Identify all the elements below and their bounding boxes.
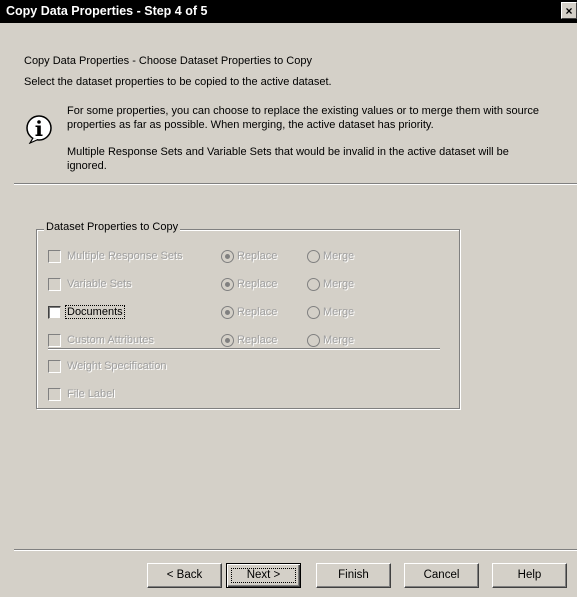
cancel-button[interactable]: Cancel	[404, 563, 479, 588]
variable-sets-checkbox[interactable]	[48, 278, 61, 291]
group-divider	[48, 348, 440, 350]
variable-sets-replace-radio[interactable]	[221, 278, 234, 291]
custom-attributes-checkbox[interactable]	[48, 334, 61, 347]
info-icon	[26, 115, 52, 144]
weight-specification-label: Weight Specification	[67, 360, 167, 372]
help-button[interactable]: Help	[492, 563, 567, 588]
weight-specification-checkbox[interactable]	[48, 360, 61, 373]
info-text-line-1: For some properties, you can choose to r…	[67, 105, 540, 117]
documents-replace-label: Replace	[237, 306, 278, 318]
file-label-label: File Label	[67, 388, 115, 400]
custom-attributes-merge-label: Merge	[323, 334, 355, 346]
close-icon[interactable]: ×	[561, 2, 577, 19]
next-button[interactable]: Next >	[226, 563, 301, 588]
title-bar: Copy Data Properties - Step 4 of 5 ×	[0, 0, 577, 23]
footer-divider	[14, 549, 577, 551]
custom-attributes-replace-label: Replace	[237, 334, 278, 346]
variable-sets-merge-radio[interactable]	[307, 278, 320, 291]
finish-button[interactable]: Finish	[316, 563, 391, 588]
documents-merge-radio[interactable]	[307, 306, 320, 319]
custom-attributes-label: Custom Attributes	[67, 334, 154, 346]
documents-replace-radio[interactable]	[221, 306, 234, 319]
documents-label[interactable]: Documents	[65, 305, 125, 319]
focus-ring	[231, 568, 296, 583]
group-label: Dataset Properties to Copy	[44, 221, 181, 233]
multiple-response-sets-label: Multiple Response Sets	[67, 250, 183, 262]
custom-attributes-merge-radio[interactable]	[307, 334, 320, 347]
multiple-response-sets-merge-label: Merge	[323, 250, 355, 262]
window-title: Copy Data Properties - Step 4 of 5	[6, 4, 208, 18]
info-text-line-4: ignored.	[67, 160, 107, 172]
step-heading: Copy Data Properties - Choose Dataset Pr…	[24, 55, 312, 67]
multiple-response-sets-replace-label: Replace	[237, 250, 278, 262]
multiple-response-sets-checkbox[interactable]	[48, 250, 61, 263]
variable-sets-replace-label: Replace	[237, 278, 278, 290]
info-text-line-3: Multiple Response Sets and Variable Sets…	[67, 146, 509, 158]
file-label-checkbox[interactable]	[48, 388, 61, 401]
info-text-line-2: properties as far as possible. When merg…	[67, 119, 434, 131]
variable-sets-label: Variable Sets	[67, 278, 132, 290]
custom-attributes-replace-radio[interactable]	[221, 334, 234, 347]
step-subheading: Select the dataset properties to be copi…	[24, 76, 332, 88]
documents-checkbox[interactable]	[48, 306, 61, 319]
multiple-response-sets-merge-radio[interactable]	[307, 250, 320, 263]
documents-merge-label: Merge	[323, 306, 355, 318]
multiple-response-sets-replace-radio[interactable]	[221, 250, 234, 263]
header-divider	[14, 183, 577, 185]
variable-sets-merge-label: Merge	[323, 278, 355, 290]
back-button[interactable]: < Back	[147, 563, 222, 588]
copy-data-properties-dialog: Copy Data Properties - Step 4 of 5 × Cop…	[0, 0, 577, 597]
